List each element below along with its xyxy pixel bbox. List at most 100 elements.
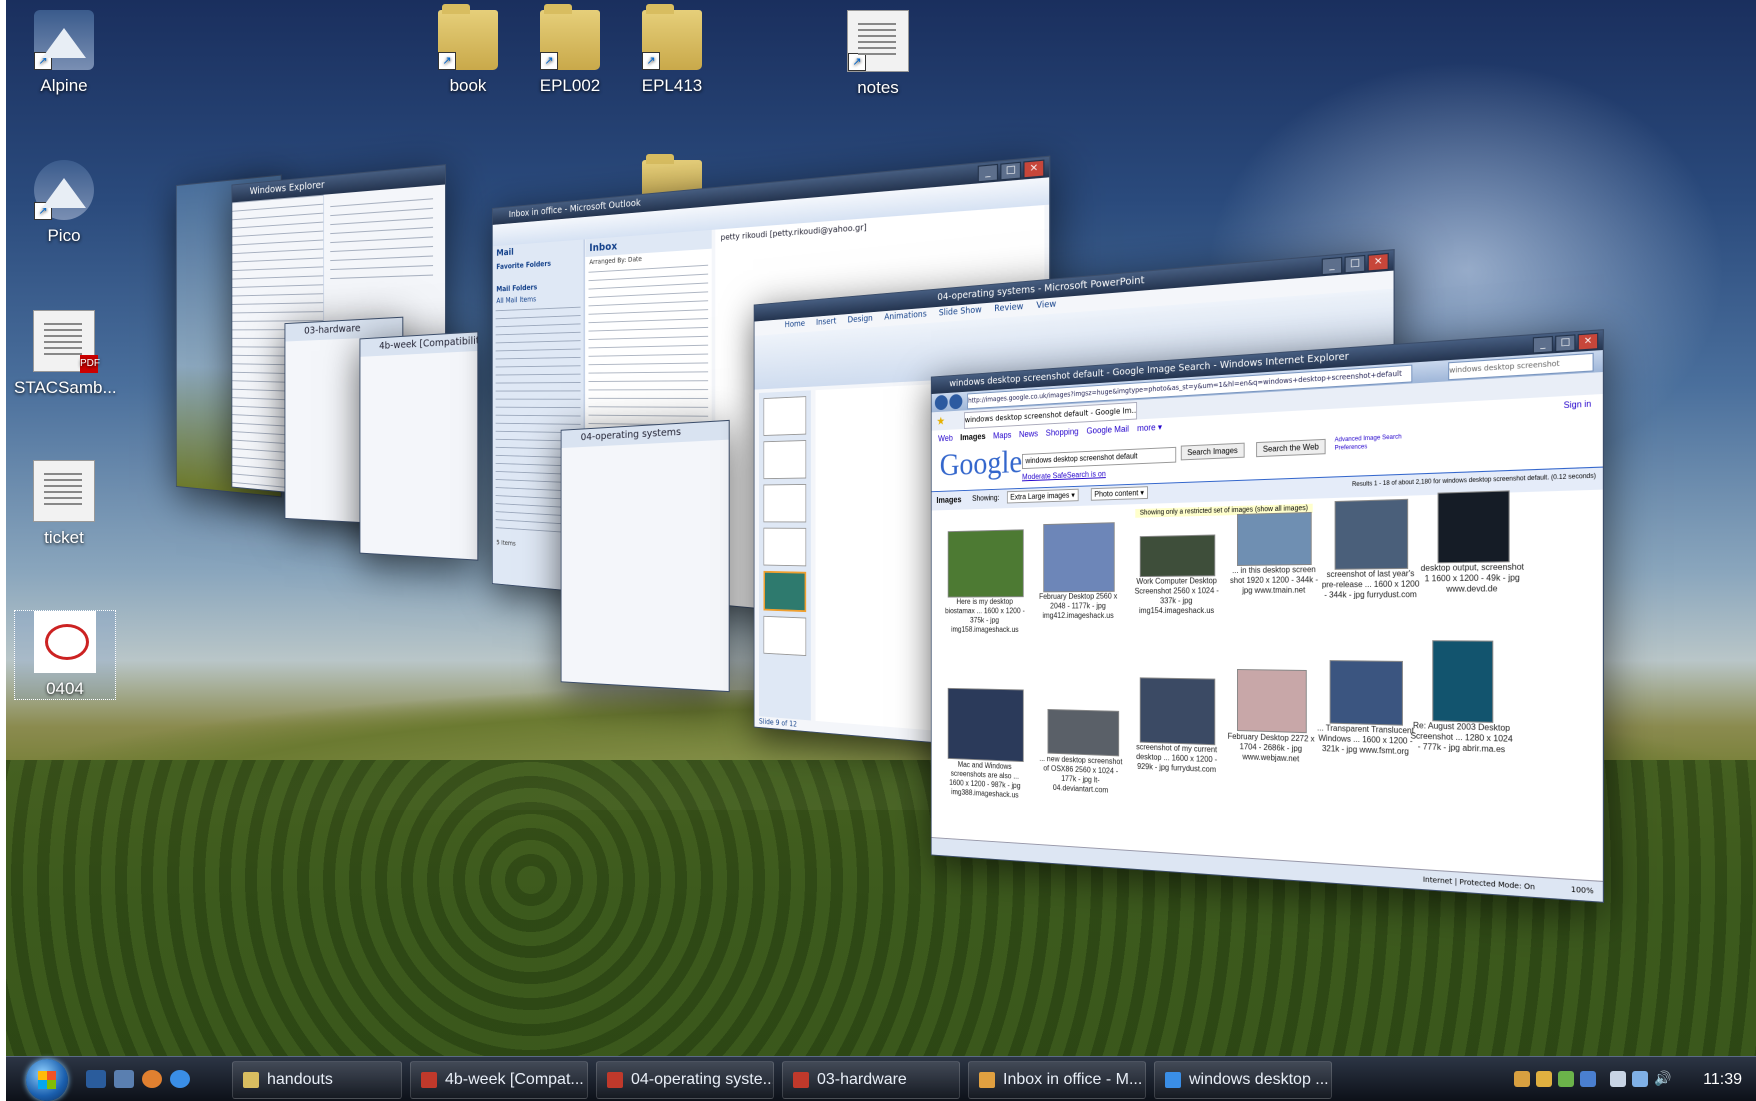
google-nav-link[interactable]: News xyxy=(1019,429,1038,440)
ribbon-tab[interactable]: Review xyxy=(994,302,1023,314)
thumb-caption[interactable]: Re: August 2003 Desktop Screenshot ... 1… xyxy=(1408,721,1515,756)
google-logo[interactable]: Google xyxy=(940,445,1022,484)
ribbon-tab[interactable]: Slide Show xyxy=(939,305,982,318)
image-thumb[interactable] xyxy=(1437,490,1510,564)
status-slide-count: Slide 9 of 12 xyxy=(758,717,798,729)
google-nav-link[interactable]: Shopping xyxy=(1046,426,1079,438)
advanced-search-link[interactable]: Advanced Image Search xyxy=(1335,434,1402,443)
desktop: ↗ Alpine ↗ Pico PDF STACSamb... ticket 0… xyxy=(6,0,1756,1101)
ie-icon[interactable] xyxy=(170,1070,190,1088)
thumb-caption[interactable]: February Desktop 2560 x 2048 - 1177k - j… xyxy=(1035,592,1122,621)
ie-window[interactable]: windows desktop screenshot default - Goo… xyxy=(930,329,1604,903)
taskbar-button-04-operating[interactable]: 04-operating syste... xyxy=(596,1061,774,1099)
ribbon-tab[interactable]: Home xyxy=(785,319,805,330)
message-rows xyxy=(588,264,709,443)
minimize-icon[interactable]: _ xyxy=(1321,256,1343,276)
image-thumb[interactable] xyxy=(947,529,1024,598)
favorites-star-icon[interactable]: ★ xyxy=(936,414,945,427)
folder-shortcut-icon: ↗ xyxy=(642,4,702,70)
back-icon[interactable] xyxy=(934,394,948,411)
desktop-icon-notes[interactable]: ↗ notes xyxy=(828,10,928,98)
google-nav-link[interactable]: Web xyxy=(938,433,953,444)
slide-thumbnails xyxy=(758,390,811,721)
clock[interactable]: 11:39 xyxy=(1703,1057,1742,1101)
desktop-icon-alpine[interactable]: ↗ Alpine xyxy=(14,10,114,96)
close-icon[interactable]: × xyxy=(1023,159,1045,179)
maximize-icon[interactable]: □ xyxy=(1344,254,1366,274)
thumb-caption[interactable]: screenshot of last year's pre-release ..… xyxy=(1320,569,1422,601)
volume-icon[interactable]: 🔊 xyxy=(1654,1071,1671,1087)
taskbar-button-label: 4b-week [Compat... xyxy=(445,1071,584,1088)
network-icon[interactable] xyxy=(1632,1071,1648,1087)
google-nav-link[interactable]: Maps xyxy=(993,430,1011,441)
firefox-icon[interactable] xyxy=(142,1070,162,1088)
google-nav-link[interactable]: Google Mail xyxy=(1086,424,1129,437)
google-nav-link[interactable]: Images xyxy=(960,431,985,443)
tray-shield-icon[interactable] xyxy=(1536,1071,1552,1087)
show-desktop-icon[interactable] xyxy=(86,1070,106,1088)
size-filter-select[interactable]: Extra Large images ▾ xyxy=(1006,488,1079,504)
desktop-icon-epl413[interactable]: ↗ EPL413 xyxy=(622,4,722,96)
image-thumb[interactable] xyxy=(1043,522,1115,593)
start-button[interactable] xyxy=(26,1059,68,1101)
thumb-caption[interactable]: screenshot of my current desktop ... 160… xyxy=(1131,742,1223,775)
thumb-caption[interactable]: ... new desktop screenshot of OSX86 2560… xyxy=(1037,754,1124,796)
image-thumb[interactable] xyxy=(1329,660,1403,726)
desktop-icon-ticket[interactable]: ticket xyxy=(14,460,114,548)
image-thumb[interactable] xyxy=(1139,677,1216,746)
zoom-level[interactable]: 100% xyxy=(1571,880,1594,901)
preferences-link[interactable]: Preferences xyxy=(1335,444,1368,452)
image-thumb[interactable] xyxy=(1334,498,1409,570)
search-images-button[interactable]: Search Images xyxy=(1180,442,1245,461)
ribbon-tab[interactable]: View xyxy=(1036,299,1056,311)
switch-windows-icon[interactable] xyxy=(114,1070,134,1088)
search-web-button[interactable]: Search the Web xyxy=(1256,438,1326,458)
tray-update-icon[interactable] xyxy=(1558,1071,1574,1087)
thumb-caption[interactable]: desktop output, screenshot 1 1600 x 1200… xyxy=(1419,562,1527,595)
forward-icon[interactable] xyxy=(949,393,963,410)
thumb-caption[interactable]: Here is my desktop biostamax ... 1600 x … xyxy=(944,597,1027,635)
maximize-icon[interactable]: □ xyxy=(1000,161,1022,181)
word-window-04-operating[interactable]: 04-operating systems xyxy=(560,419,730,693)
tray-pen-icon[interactable] xyxy=(1580,1071,1596,1087)
sign-in-link[interactable]: Sign in xyxy=(1564,399,1592,410)
taskbar-button-ie[interactable]: windows desktop ... xyxy=(1154,1061,1332,1099)
minimize-icon[interactable]: _ xyxy=(1532,335,1553,354)
document-icon xyxy=(33,460,95,522)
desktop-icon-pico[interactable]: ↗ Pico xyxy=(14,160,114,246)
close-icon[interactable]: × xyxy=(1577,332,1599,351)
content-filter-select[interactable]: Photo content ▾ xyxy=(1090,486,1148,501)
tray-app-icon[interactable] xyxy=(1514,1071,1530,1087)
minimize-icon[interactable]: _ xyxy=(977,163,999,183)
tray-device-icon[interactable] xyxy=(1610,1071,1626,1087)
close-icon[interactable]: × xyxy=(1367,252,1389,272)
thumb-caption[interactable]: ... in this desktop screen shot 1920 x 1… xyxy=(1226,565,1323,596)
ribbon-tab[interactable]: Design xyxy=(848,314,873,325)
ribbon-tab[interactable]: Insert xyxy=(816,317,836,328)
thumb-caption[interactable]: Work Computer Desktop Screenshot 2560 x … xyxy=(1131,576,1223,616)
desktop-icon-epl002[interactable]: ↗ EPL002 xyxy=(520,4,620,96)
safesearch-link[interactable]: Moderate SafeSearch is on xyxy=(1022,469,1106,481)
taskbar-button-4b-week[interactable]: 4b-week [Compat... xyxy=(410,1061,588,1099)
taskbar-button-handouts[interactable]: handouts xyxy=(232,1061,402,1099)
powerpoint-icon xyxy=(607,1071,623,1088)
desktop-icon-book[interactable]: ↗ book xyxy=(418,4,518,96)
maximize-icon[interactable]: □ xyxy=(1555,334,1576,353)
desktop-icon-stacsamb[interactable]: PDF STACSamb... xyxy=(14,310,117,398)
thumb-caption[interactable]: February Desktop 2272 x 1704 - 2686k - j… xyxy=(1223,732,1320,766)
image-thumb[interactable] xyxy=(1237,511,1312,566)
image-thumb[interactable] xyxy=(1237,669,1307,734)
image-thumb[interactable] xyxy=(1139,534,1216,578)
google-search-input[interactable]: windows desktop screenshot default xyxy=(1022,446,1177,470)
image-thumb[interactable] xyxy=(947,687,1024,763)
image-thumb[interactable] xyxy=(1047,708,1120,757)
image-thumb[interactable] xyxy=(1432,640,1494,723)
thumb-caption[interactable]: Mac and Windows screenshots are also ...… xyxy=(944,760,1027,801)
word-window-4b-week[interactable]: 4b-week [Compatibilit... xyxy=(359,331,479,561)
taskbar-button-outlook[interactable]: Inbox in office - M... xyxy=(968,1061,1146,1099)
thumb-caption[interactable]: ... Transparent Translucent Windows ... … xyxy=(1315,723,1417,757)
taskbar-button-03-hardware[interactable]: 03-hardware xyxy=(782,1061,960,1099)
ribbon-tab[interactable]: Animations xyxy=(884,310,926,323)
desktop-icon-0404[interactable]: 0404 xyxy=(14,610,116,700)
google-nav-link[interactable]: more ▾ xyxy=(1137,422,1162,434)
